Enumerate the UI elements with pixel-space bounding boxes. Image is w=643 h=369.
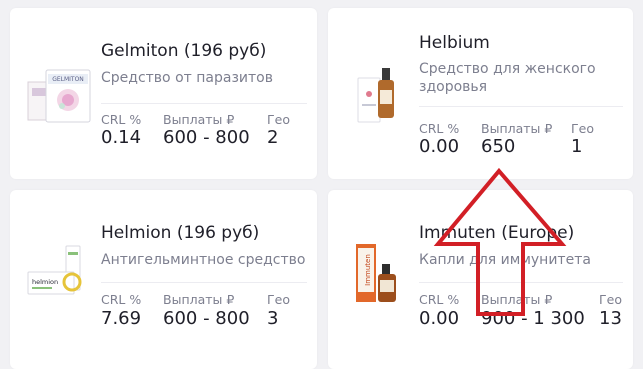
gelmiton-product-image: GELMITON [27,69,91,123]
crl-label: CRL % [101,112,142,127]
geo-label: Гео [267,292,290,307]
geo-label: Гео [267,112,290,127]
crl-label: CRL % [101,292,142,307]
offer-subtitle: Капли для иммунитета [419,252,591,268]
payouts-label: Выплаты ₽ [481,292,553,307]
offer-title: Helbium [419,33,490,53]
offer-subtitle: Средство от паразитов [101,70,273,86]
crl-label: CRL % [419,121,460,136]
card-divider [419,106,623,107]
crl-value: 7.69 [101,308,142,329]
payouts-value: 600 - 800 [163,127,250,148]
payouts-value: 650 [481,136,516,157]
payouts-value: 600 - 800 [163,308,250,329]
crl-label: CRL % [419,292,460,307]
offer-title: Immuten (Europe) [419,223,575,243]
offer-title: Gelmiton (196 руб) [101,41,267,61]
offer-title: Helmion (196 руб) [101,223,260,243]
card-divider [419,282,623,283]
geo-value: 2 [267,127,279,148]
geo-value: 3 [267,308,279,329]
offer-card-helmion[interactable]: helmion Helmion (196 руб) Антигельминтно… [10,190,317,369]
geo-value: 1 [571,136,583,157]
payouts-label: Выплаты ₽ [481,121,553,136]
crl-value: 0.00 [419,136,460,157]
helmion-box-brand: helmion [32,278,58,286]
crl-value: 0.00 [419,308,460,329]
payouts-value: 900 - 1 300 [481,308,585,329]
offer-card-gelmiton[interactable]: GELMITON Gelmiton (196 руб) Средство от … [10,8,317,179]
immuten-box-brand: Immuten [364,254,372,286]
payouts-label: Выплаты ₽ [163,292,235,307]
offer-subtitle-line1: Средство для женского [419,61,596,77]
gelmiton-box-brand: GELMITON [52,76,84,83]
immuten-product-image: Immuten [356,244,396,302]
offer-card-immuten[interactable]: Immuten Immuten (Europe) Капли для иммун… [328,190,633,369]
helbium-product-image [357,68,394,123]
geo-label: Гео [599,292,622,307]
offer-card-helbium[interactable]: Helbium Средство для женского здоровья C… [328,8,633,179]
geo-label: Гео [571,121,594,136]
payouts-label: Выплаты ₽ [163,112,235,127]
geo-value: 13 [599,308,622,329]
helmion-product-image: helmion [27,245,82,295]
offer-subtitle: Антигельминтное средство [101,252,306,268]
card-divider [101,103,307,104]
crl-value: 0.14 [101,127,142,148]
card-divider [101,282,307,283]
offer-subtitle-line2: здоровья [419,79,488,95]
